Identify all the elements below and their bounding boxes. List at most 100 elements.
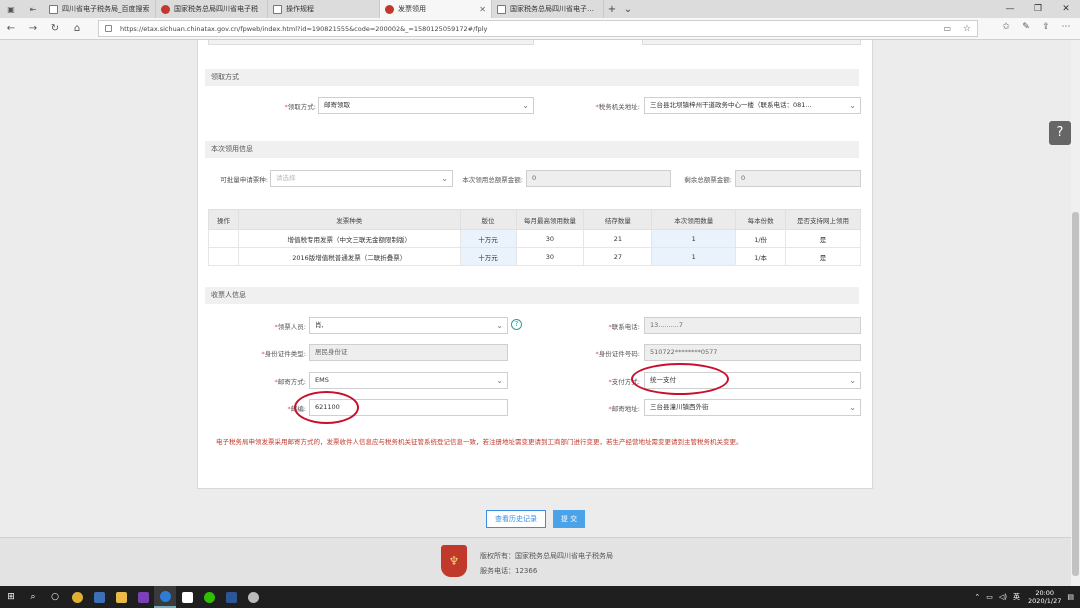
reading-view-icon[interactable]: ▭ xyxy=(943,24,951,33)
batch-type-placeholder: 请选择 xyxy=(276,174,296,182)
remain-field: 0 xyxy=(735,170,861,187)
forward-icon[interactable]: → xyxy=(22,23,44,34)
store-icon[interactable] xyxy=(176,586,198,608)
office-label: *税务机关地址: xyxy=(595,103,640,111)
addr-label: *邮寄地址: xyxy=(608,405,640,413)
table-header-row: 操作 发票种类 版位 每月最高领用数量 结存数量 本次领用数量 每本份数 是否支… xyxy=(208,209,861,230)
col-header: 是否支持网上领用 xyxy=(785,209,861,230)
tab-etax-home[interactable]: 国家税务总局四川省电子税 xyxy=(156,0,268,18)
table-cell: 1/份 xyxy=(735,229,787,248)
home-icon[interactable]: ⌂ xyxy=(66,23,88,34)
back-tabs-icon[interactable]: ⇤ xyxy=(22,0,44,18)
favorite-star-icon[interactable]: ☆ xyxy=(963,24,971,34)
ime-indicator[interactable]: 英 xyxy=(1013,592,1020,602)
chevron-down-icon: ⌄ xyxy=(849,403,856,412)
scrollbar-thumb[interactable] xyxy=(1072,212,1079,576)
chevron-down-icon[interactable]: ⌄ xyxy=(620,0,636,18)
tab-label: 操作规程 xyxy=(286,5,314,13)
task-view-icon[interactable]: ○ xyxy=(44,586,66,608)
amount-label: 本次领用总额票金额: xyxy=(462,176,523,184)
app-gray-icon[interactable] xyxy=(242,586,264,608)
col-header: 版位 xyxy=(459,209,517,230)
browser-toolbar: ✩ ✎ ⇪ ⋯ xyxy=(996,22,1076,32)
col-header: 结存数量 xyxy=(583,209,653,230)
search-icon[interactable]: ⌕ xyxy=(22,586,44,608)
col-header: 操作 xyxy=(208,209,239,230)
chevron-down-icon: ⌄ xyxy=(496,376,503,385)
office-value: 三台县北坝镇梓州干道政务中心一楼（联系电话：081... xyxy=(650,101,812,109)
quantity-input[interactable]: 1 xyxy=(651,247,737,266)
submit-button[interactable]: 提 交 xyxy=(553,510,585,528)
restore-icon[interactable]: ❐ xyxy=(1024,0,1052,18)
table-cell: 21 xyxy=(583,229,653,248)
annotation-ellipse-zip xyxy=(294,391,359,424)
addr-select[interactable]: 三台县潼川镇西外街 ⌄ xyxy=(644,399,861,416)
tab-label: 国家税务总局四川省电子税 xyxy=(174,5,258,13)
idtype-field: 居民身份证 xyxy=(309,344,508,361)
table-cell[interactable] xyxy=(208,247,239,266)
method-select[interactable]: 邮寄领取 ⌄ xyxy=(318,97,534,114)
clock[interactable]: 20:00 2020/1/27 xyxy=(1028,589,1061,605)
app-yellow-icon[interactable] xyxy=(66,586,88,608)
window-controls: — ❐ ✕ xyxy=(996,0,1080,18)
windows-start-icon[interactable]: ⊞ xyxy=(0,586,22,608)
page-scrollbar[interactable] xyxy=(1071,40,1080,586)
field-fragment xyxy=(208,40,534,45)
section-recipient: 收票人信息 xyxy=(205,287,859,304)
view-history-button[interactable]: 查看历史记录 xyxy=(486,510,546,528)
app-blue-icon[interactable] xyxy=(88,586,110,608)
batch-type-select[interactable]: 请选择 ⌄ xyxy=(270,170,453,187)
table-cell: 是 xyxy=(785,229,861,248)
refresh-icon[interactable]: ↻ xyxy=(44,23,66,34)
volume-icon[interactable]: ◁) xyxy=(999,593,1007,601)
pen-icon[interactable]: ✎ xyxy=(1016,22,1036,32)
network-icon[interactable]: ▭ xyxy=(986,593,993,601)
tab-label: 四川省电子税务局_百度搜索 xyxy=(62,5,150,13)
phone-field: 13..........7 xyxy=(644,317,861,334)
method-label: *领取方式: xyxy=(284,103,316,111)
lock-icon xyxy=(105,25,112,32)
table-cell[interactable] xyxy=(208,229,239,248)
tab-procedures[interactable]: 操作规程 xyxy=(268,0,380,18)
chevron-up-icon[interactable]: ⌃ xyxy=(974,593,980,601)
url-input[interactable]: https://etax.sichuan.chinatax.gov.cn/fpw… xyxy=(98,20,978,37)
edge-browser-icon[interactable] xyxy=(154,586,176,608)
browser-tab-bar: ▣ ⇤ 四川省电子税务局_百度搜索 国家税务总局四川省电子税 操作规程 发票领用… xyxy=(0,0,1080,18)
clock-date: 2020/1/27 xyxy=(1028,597,1062,605)
annotation-ellipse-pay xyxy=(631,363,729,395)
new-tab-icon[interactable]: + xyxy=(604,0,620,18)
notice-text: 电子税务局申领发票采用邮寄方式的，发票收件人信息应与税务机关征管系统登记信息一致… xyxy=(216,438,743,446)
close-tab-icon[interactable]: ✕ xyxy=(479,5,486,14)
share-icon[interactable]: ⇪ xyxy=(1036,22,1056,32)
remain-label: 剩余总额票金额: xyxy=(684,176,732,184)
word-icon[interactable] xyxy=(220,586,242,608)
person-select[interactable]: 肖, ⌄ xyxy=(309,317,508,334)
table-cell: 十万元 xyxy=(459,229,517,248)
favorites-icon[interactable]: ✩ xyxy=(996,22,1016,32)
floating-help-icon[interactable]: ? xyxy=(1049,121,1071,145)
col-header: 发票种类 xyxy=(237,209,461,230)
batch-type-label: 可批量申请票种: xyxy=(220,176,268,184)
amount-field: 0 xyxy=(526,170,671,187)
minimize-icon[interactable]: — xyxy=(996,0,1024,18)
back-icon[interactable]: ← xyxy=(0,23,22,34)
table-row: 2016版增值税普通发票（二联折叠票） 十万元 30 27 1 1/本 是 xyxy=(208,247,861,266)
mail-value: EMS xyxy=(315,376,329,384)
tab-etax-other[interactable]: 国家税务总局四川省电子税务 xyxy=(492,0,604,18)
close-window-icon[interactable]: ✕ xyxy=(1052,0,1080,18)
office-select[interactable]: 三台县北坝镇梓州干道政务中心一楼（联系电话：081... ⌄ xyxy=(644,97,861,114)
visual-studio-icon[interactable] xyxy=(132,586,154,608)
wechat-icon[interactable] xyxy=(198,586,220,608)
quantity-input[interactable]: 1 xyxy=(651,229,737,248)
col-header: 本次领用数量 xyxy=(651,209,737,230)
address-bar: ← → ↻ ⌂ https://etax.sichuan.chinatax.go… xyxy=(0,18,1080,40)
tab-baidu-search[interactable]: 四川省电子税务局_百度搜索 xyxy=(44,0,156,18)
more-icon[interactable]: ⋯ xyxy=(1056,22,1076,32)
tab-invoice-collect[interactable]: 发票领用 ✕ xyxy=(380,0,492,18)
notification-icon[interactable]: ▤ xyxy=(1067,593,1074,601)
help-circle-icon[interactable]: ? xyxy=(511,319,522,330)
table-cell: 2016版增值税普通发票（二联折叠票） xyxy=(237,247,461,266)
file-explorer-icon[interactable] xyxy=(110,586,132,608)
mail-select[interactable]: EMS ⌄ xyxy=(309,372,508,389)
window-menu-icon[interactable]: ▣ xyxy=(0,0,22,18)
